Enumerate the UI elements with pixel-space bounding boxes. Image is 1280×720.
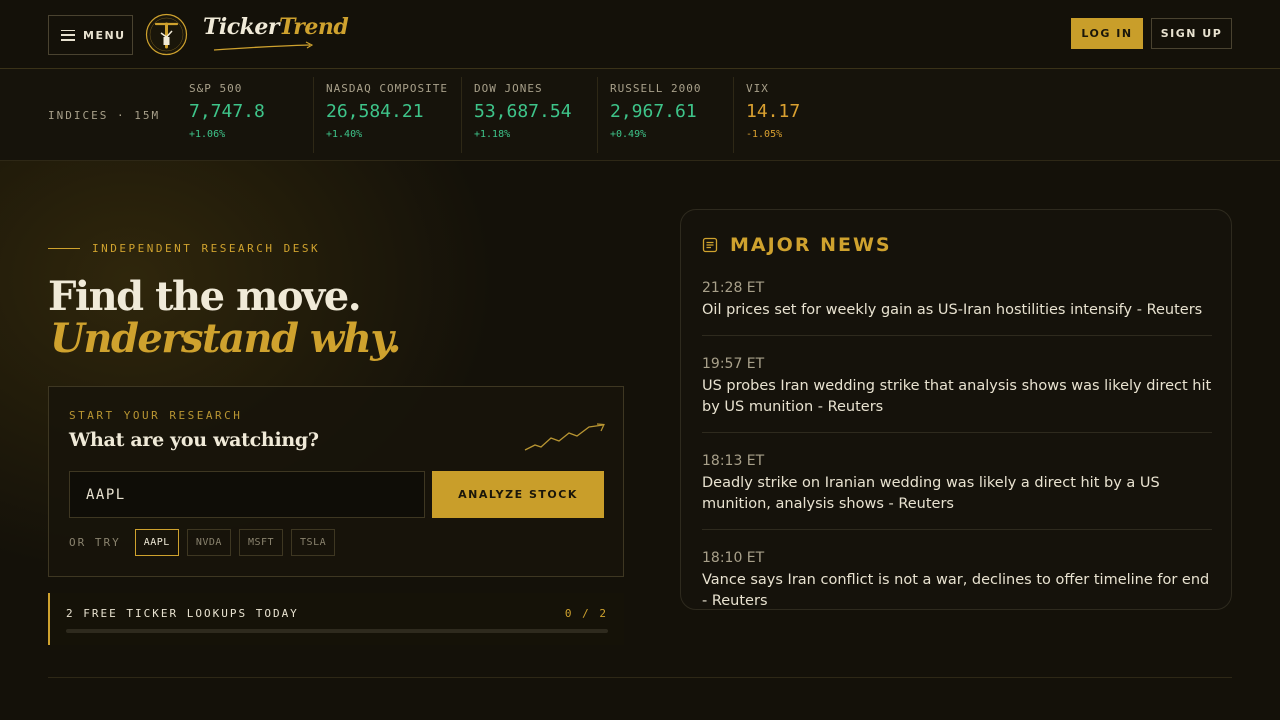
suggestion-chip-nvda[interactable]: NVDA — [186, 529, 231, 556]
index-value: 7,747.8 — [189, 101, 265, 122]
index-value: 26,584.21 — [326, 101, 424, 122]
index-change: +1.18% — [474, 129, 511, 140]
logo-swash-icon — [213, 41, 314, 51]
news-item[interactable]: 18:10 ET Vance says Iran conflict is not… — [702, 542, 1212, 626]
news-header: MAJOR NEWS — [702, 234, 892, 256]
suggestion-row: OR TRY AAPL NVDA MSFT TSLA — [69, 529, 336, 556]
news-title: MAJOR NEWS — [730, 234, 892, 256]
index-vix[interactable]: VIX 14.17 -1.05% — [733, 77, 853, 153]
menu-button[interactable]: MENU — [48, 15, 133, 55]
suggestion-chip-msft[interactable]: MSFT — [238, 529, 284, 556]
news-time: 18:10 ET — [702, 550, 765, 566]
try-label: OR TRY — [69, 536, 121, 549]
eyebrow-rule — [48, 248, 80, 249]
news-headline[interactable]: US probes Iran wedding strike that analy… — [702, 376, 1212, 418]
research-panel: START YOUR RESEARCH What are you watchin… — [48, 386, 624, 577]
login-button[interactable]: LOG IN — [1071, 18, 1143, 49]
lookups-progress-bar — [66, 629, 608, 633]
index-change: +0.49% — [610, 129, 647, 140]
hero-eyebrow: INDEPENDENT RESEARCH DESK — [48, 242, 320, 255]
analyze-stock-button[interactable]: ANALYZE STOCK — [432, 471, 604, 518]
news-headline[interactable]: Vance says Iran conflict is not a war, d… — [702, 570, 1212, 612]
news-list: 21:28 ET Oil prices set for weekly gain … — [702, 272, 1212, 638]
hamburger-icon — [61, 29, 75, 41]
lookups-label: 2 FREE TICKER LOOKUPS TODAY — [66, 607, 299, 620]
menu-label: MENU — [83, 28, 126, 42]
index-name: RUSSELL 2000 — [610, 82, 702, 95]
news-time: 19:57 ET — [702, 356, 765, 372]
hero-headline-2: Understand why. — [50, 315, 401, 362]
index-name: DOW JONES — [474, 82, 543, 95]
news-item[interactable]: 21:28 ET Oil prices set for weekly gain … — [702, 272, 1212, 336]
top-header: MENU TickerTrend LOG IN SIGN UP — [0, 0, 1280, 69]
news-headline[interactable]: Oil prices set for weekly gain as US-Ira… — [702, 300, 1212, 321]
research-kicker: START YOUR RESEARCH — [69, 409, 243, 422]
index-value: 2,967.61 — [610, 101, 697, 122]
newspaper-icon — [702, 237, 718, 253]
indices-label: INDICES · 15M — [48, 109, 161, 122]
news-time: 21:28 ET — [702, 280, 765, 296]
suggestion-chip-tsla[interactable]: TSLA — [291, 529, 336, 556]
news-item[interactable]: 18:13 ET Deadly strike on Iranian weddin… — [702, 445, 1212, 530]
index-name: NASDAQ COMPOSITE — [326, 82, 448, 95]
ticker-search-input[interactable] — [69, 471, 425, 518]
index-dow[interactable]: DOW JONES 53,687.54 +1.18% — [461, 77, 597, 153]
logo-part-ticker: Ticker — [203, 14, 279, 40]
index-russell[interactable]: RUSSELL 2000 2,967.61 +0.49% — [597, 77, 733, 153]
major-news-card: MAJOR NEWS 21:28 ET Oil prices set for w… — [680, 209, 1232, 610]
indices-strip: INDICES · 15M S&P 500 7,747.8 +1.06% NAS… — [0, 69, 1280, 161]
index-change: -1.05% — [746, 129, 783, 140]
news-time: 18:13 ET — [702, 453, 765, 469]
news-item[interactable]: 19:57 ET US probes Iran wedding strike t… — [702, 348, 1212, 433]
lookups-count: 0 / 2 — [564, 607, 608, 620]
index-change: +1.06% — [189, 129, 226, 140]
logo-mark-icon — [145, 13, 188, 56]
index-value: 53,687.54 — [474, 101, 572, 122]
sparkline-icon — [524, 423, 605, 451]
news-headline[interactable]: Deadly strike on Iranian wedding was lik… — [702, 473, 1212, 515]
index-name: VIX — [746, 82, 769, 95]
research-question: What are you watching? — [69, 429, 319, 451]
eyebrow-text: INDEPENDENT RESEARCH DESK — [92, 242, 321, 255]
hero-headline-1: Find the move. — [48, 273, 362, 320]
free-lookups-panel: 2 FREE TICKER LOOKUPS TODAY 0 / 2 — [48, 593, 624, 645]
index-name: S&P 500 — [189, 82, 243, 95]
logo-part-trend: Trend — [278, 14, 349, 40]
index-sp500[interactable]: S&P 500 7,747.8 +1.06% — [177, 77, 313, 153]
bottom-divider — [48, 677, 1232, 678]
index-value: 14.17 — [746, 101, 801, 122]
index-nasdaq[interactable]: NASDAQ COMPOSITE 26,584.21 +1.40% — [313, 77, 461, 153]
signup-button[interactable]: SIGN UP — [1151, 18, 1232, 49]
suggestion-chip-aapl[interactable]: AAPL — [134, 529, 179, 556]
index-change: +1.40% — [326, 129, 363, 140]
logo-wordmark[interactable]: TickerTrend — [203, 14, 349, 40]
